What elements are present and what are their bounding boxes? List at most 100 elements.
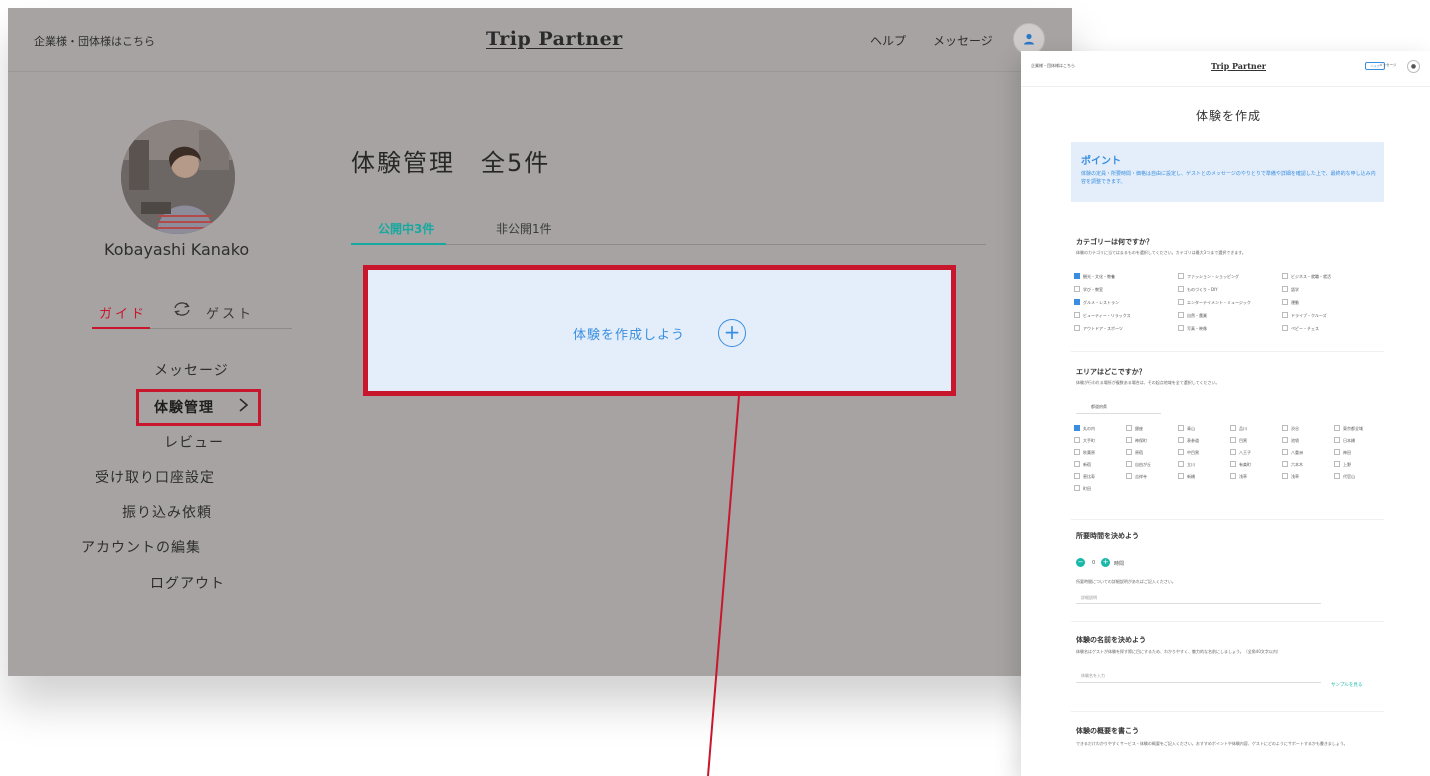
area-option-checkbox[interactable] [1334,461,1340,467]
area-option-checkbox[interactable] [1334,473,1340,479]
area-option-checkbox[interactable] [1282,473,1288,479]
area-option-checkbox[interactable] [1126,425,1132,431]
category-option-label: 学び・教室 [1083,286,1103,292]
area-option-checkbox[interactable] [1074,425,1080,431]
tab-active-indicator [351,243,446,245]
summary-heading: 体験の概要を書こう [1076,727,1139,735]
duration-plus-button[interactable]: + [1101,558,1110,567]
category-option-checkbox[interactable] [1074,312,1080,318]
area-option-checkbox[interactable] [1074,485,1080,491]
site-logo[interactable]: Trip Partner [486,28,623,50]
area-option-checkbox[interactable] [1282,437,1288,443]
area-option-label: 代官山 [1343,473,1355,479]
area-option-checkbox[interactable] [1074,473,1080,479]
preview-user-icon[interactable]: ● [1407,60,1420,73]
area-option-checkbox[interactable] [1074,461,1080,467]
sidebar-item-payout-settings[interactable]: 受け取り口座設定 [95,467,215,487]
area-option-checkbox[interactable] [1178,425,1184,431]
name-input[interactable]: 体験名を入力 [1081,673,1105,679]
category-sub: 体験のカテゴリに当てはまるものを選択してください。カテゴリは最大3つまで選択でき… [1076,250,1246,255]
section-divider [1071,351,1384,352]
area-option-label: 上野 [1343,461,1351,467]
swap-icon[interactable] [171,300,193,318]
user-icon-glyph [1024,33,1034,45]
category-option-label: エンターテイメント・ミュージック [1187,299,1251,305]
sidebar-item-edit-account[interactable]: アカウントの編集 [81,537,201,557]
messages-link[interactable]: メッセージ [933,32,993,49]
category-option-label: ビューティー・リラックス [1083,312,1131,318]
section-divider [1071,519,1384,520]
area-option-checkbox[interactable] [1074,437,1080,443]
sidebar-item-logout[interactable]: ログアウト [150,573,225,593]
profile-avatar [121,120,235,234]
tab-private[interactable]: 非公開1件 [496,220,552,237]
area-option-label: 青山 [1187,425,1195,431]
area-option-checkbox[interactable] [1282,461,1288,467]
sidebar-item-experience-management[interactable]: 体験管理 [154,397,214,417]
category-option-checkbox[interactable] [1074,273,1080,279]
area-option-checkbox[interactable] [1126,437,1132,443]
category-option-checkbox[interactable] [1074,299,1080,305]
duration-detail-input[interactable]: 詳細説明 [1081,595,1097,601]
area-option-checkbox[interactable] [1230,425,1236,431]
category-option-checkbox[interactable] [1178,286,1184,292]
point-heading: ポイント [1081,156,1121,167]
preview-logo[interactable]: Trip Partner [1211,61,1266,71]
category-option-checkbox[interactable] [1282,286,1288,292]
category-option-checkbox[interactable] [1178,312,1184,318]
preview-messages-link[interactable]: メッセージ [1379,63,1396,68]
category-option-checkbox[interactable] [1178,299,1184,305]
area-option-label: 銀座 [1135,425,1143,431]
area-option-checkbox[interactable] [1126,449,1132,455]
point-text: 体験の定員・所要時間・価格は自由に設定し、ゲストとのメッセージのやりとりで準備や… [1081,171,1376,185]
area-option-checkbox[interactable] [1074,449,1080,455]
duration-detail-underline [1076,603,1321,604]
sidebar-item-reviews[interactable]: レビュー [164,432,224,452]
area-option-checkbox[interactable] [1230,437,1236,443]
area-option-checkbox[interactable] [1334,437,1340,443]
area-option-checkbox[interactable] [1282,425,1288,431]
corporate-link[interactable]: 企業様・団体様はこちら [34,33,155,49]
area-option-checkbox[interactable] [1178,461,1184,467]
sample-link[interactable]: サンプルを見る [1331,682,1362,688]
duration-sub: 所要時間についての詳細説明があればご記入ください。 [1076,579,1176,584]
category-option-checkbox[interactable] [1282,299,1288,305]
sidebar-item-messages[interactable]: メッセージ [154,360,229,380]
area-option-checkbox[interactable] [1126,461,1132,467]
category-option-checkbox[interactable] [1074,286,1080,292]
create-experience-card[interactable]: 体験を作成しよう + [363,265,956,396]
category-option-checkbox[interactable] [1282,325,1288,331]
area-option-checkbox[interactable] [1230,473,1236,479]
mode-guide-tab[interactable]: ガイド [99,303,147,322]
category-option-checkbox[interactable] [1178,325,1184,331]
category-option-checkbox[interactable] [1178,273,1184,279]
category-option-checkbox[interactable] [1282,312,1288,318]
area-option-label: 東京都全域 [1343,425,1363,431]
help-link[interactable]: ヘルプ [870,32,906,49]
area-option-checkbox[interactable] [1334,425,1340,431]
header-bar: 企業様・団体様はこちら Trip Partner ヘルプ メッセージ [8,8,1072,72]
area-option-checkbox[interactable] [1334,449,1340,455]
duration-minus-button[interactable]: − [1076,558,1085,567]
area-option-label: 六本木 [1291,461,1303,467]
create-experience-label[interactable]: 体験を作成しよう [573,324,685,343]
mode-guest-tab[interactable]: ゲスト [206,303,254,322]
area-option-label: 表参道 [1187,437,1199,443]
tab-public[interactable]: 公開中3件 [378,220,434,237]
area-option-checkbox[interactable] [1282,449,1288,455]
plus-icon[interactable]: + [718,319,746,347]
sidebar-item-transfer-request[interactable]: 振り込み依頼 [122,502,212,522]
area-option-checkbox[interactable] [1178,437,1184,443]
area-option-checkbox[interactable] [1178,449,1184,455]
area-option-checkbox[interactable] [1230,449,1236,455]
prefecture-select[interactable]: 都道府県 [1091,404,1107,410]
area-option-checkbox[interactable] [1178,473,1184,479]
area-option-label: 中目黒 [1187,449,1199,455]
preview-corporate-link[interactable]: 企業様・団体様はこちら [1031,63,1075,69]
area-option-checkbox[interactable] [1126,473,1132,479]
category-option-label: アウトドア・スポーツ [1083,325,1123,331]
area-option-checkbox[interactable] [1230,461,1236,467]
category-option-checkbox[interactable] [1074,325,1080,331]
category-option-checkbox[interactable] [1282,273,1288,279]
category-option-label: ファッション・ショッピング [1187,273,1239,279]
